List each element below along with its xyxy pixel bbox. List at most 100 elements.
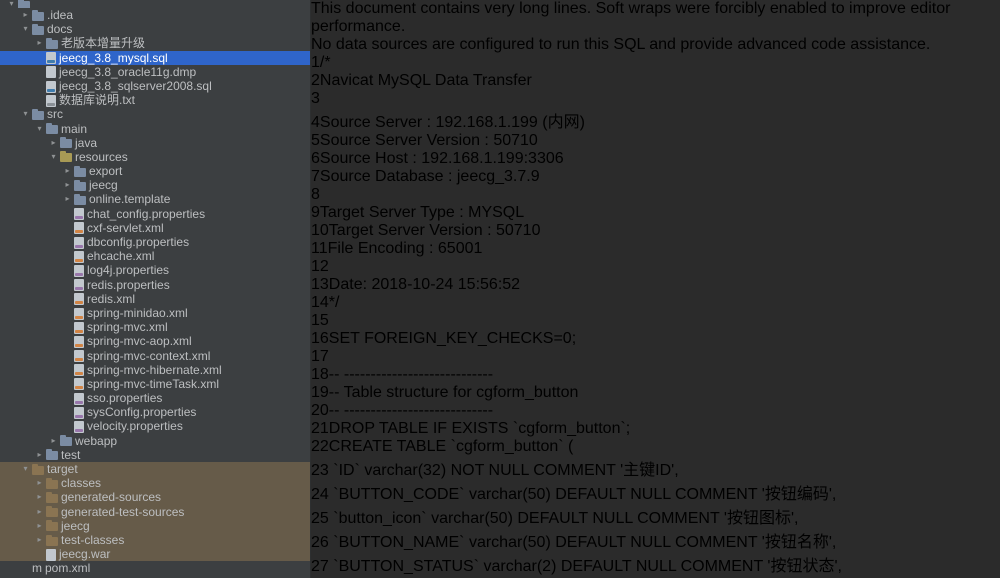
code-text[interactable]: `button_icon` varchar(50) DEFAULT NULL C… <box>329 510 798 527</box>
tree-item[interactable]: sso.properties <box>0 391 310 405</box>
expand-arrow-icon[interactable]: ▾ <box>6 0 17 8</box>
tree-item[interactable]: ▸ 老版本增量升级 <box>0 36 310 50</box>
code-line[interactable]: 26 `BUTTON_NAME` varchar(50) DEFAULT NUL… <box>311 528 1000 552</box>
code-line[interactable]: 15 <box>311 312 1000 330</box>
code-line[interactable]: 25 `button_icon` varchar(50) DEFAULT NUL… <box>311 504 1000 528</box>
tree-item[interactable]: ▸ jeecg <box>0 178 310 192</box>
code-text[interactable]: Source Database : jeecg_3.7.9 <box>320 168 540 185</box>
expand-arrow-icon[interactable]: ▸ <box>34 448 45 462</box>
code-text[interactable]: Source Host : 192.168.1.199:3306 <box>320 150 564 167</box>
expand-arrow-icon[interactable]: ▾ <box>20 22 31 36</box>
code-line[interactable]: 27 `BUTTON_STATUS` varchar(2) DEFAULT NU… <box>311 552 1000 576</box>
code-line[interactable]: 21DROP TABLE IF EXISTS `cgform_button`; <box>311 420 1000 438</box>
tree-item[interactable]: ehcache.xml <box>0 249 310 263</box>
tree-item[interactable]: redis.xml <box>0 292 310 306</box>
code-text[interactable]: -- Table structure for cgform_button <box>329 384 579 401</box>
code-text[interactable]: `BUTTON_STATUS` varchar(2) DEFAULT NULL … <box>329 558 842 575</box>
editor-code[interactable]: 1/* 2Navicat MySQL Data Transfer 3 4Source … <box>311 54 1000 578</box>
tree-item[interactable]: chat_config.properties <box>0 207 310 221</box>
code-line[interactable]: 11File Encoding : 65001 <box>311 240 1000 258</box>
tree-item[interactable]: redis.properties <box>0 278 310 292</box>
expand-arrow-icon[interactable]: ▸ <box>34 490 45 504</box>
code-text[interactable]: Source Server : 192.168.1.199 (内网) <box>320 114 585 131</box>
code-line[interactable]: 3 <box>311 90 1000 108</box>
code-line[interactable]: 19-- Table structure for cgform_button <box>311 384 1000 402</box>
code-text[interactable]: Target Server Type : MYSQL <box>320 204 524 221</box>
tree-item[interactable]: velocity.properties <box>0 419 310 433</box>
tree-item[interactable]: ▸ generated-test-sources <box>0 504 310 519</box>
code-text[interactable]: Target Server Version : 50710 <box>329 222 541 239</box>
expand-arrow-icon[interactable]: ▸ <box>48 136 59 150</box>
code-line[interactable]: 10Target Server Version : 50710 <box>311 222 1000 240</box>
expand-arrow-icon[interactable]: ▸ <box>34 476 45 490</box>
expand-arrow-icon[interactable]: ▾ <box>34 122 45 136</box>
tree-item[interactable]: jeecg.war <box>0 547 310 562</box>
code-line[interactable]: 7Source Database : jeecg_3.7.9 <box>311 168 1000 186</box>
expand-arrow-icon[interactable]: ▸ <box>62 164 73 178</box>
code-line[interactable]: 8 <box>311 186 1000 204</box>
tree-item[interactable]: ▸ .idea <box>0 8 310 22</box>
code-line[interactable]: 14*/ <box>311 294 1000 312</box>
tree-item[interactable]: ▸ webapp <box>0 434 310 448</box>
code-text[interactable]: `ID` varchar(32) NOT NULL COMMENT '主键ID'… <box>329 462 678 479</box>
tree-item[interactable]: ▸ export <box>0 164 310 178</box>
code-text[interactable]: `BUTTON_NAME` varchar(50) DEFAULT NULL C… <box>329 534 836 551</box>
expand-arrow-icon[interactable]: ▸ <box>34 519 45 533</box>
code-line[interactable]: 2Navicat MySQL Data Transfer <box>311 72 1000 90</box>
expand-arrow-icon[interactable]: ▸ <box>62 178 73 192</box>
tree-item[interactable]: spring-mvc-aop.xml <box>0 334 310 348</box>
tree-item[interactable]: 数据库说明.txt <box>0 93 310 107</box>
code-text[interactable]: CREATE TABLE `cgform_button` ( <box>329 438 574 455</box>
code-text[interactable]: `BUTTON_CODE` varchar(50) DEFAULT NULL C… <box>329 486 836 503</box>
code-line[interactable]: 13Date: 2018-10-24 15:56:52 <box>311 276 1000 294</box>
tree-item[interactable]: spring-minidao.xml <box>0 306 310 320</box>
tree-item[interactable]: spring-mvc-context.xml <box>0 349 310 363</box>
tree-item[interactable]: ▸ java <box>0 136 310 150</box>
code-line[interactable]: 17 <box>311 348 1000 366</box>
tree-item[interactable]: jeecg_3.8_mysql.sql <box>0 50 310 65</box>
code-text[interactable]: DROP TABLE IF EXISTS `cgform_button`; <box>329 420 630 437</box>
code-text[interactable]: -- ---------------------------- <box>329 402 493 419</box>
expand-arrow-icon[interactable]: ▸ <box>48 434 59 448</box>
tree-item[interactable]: ▾ main <box>0 122 310 136</box>
code-text[interactable]: Source Server Version : 50710 <box>320 132 538 149</box>
tree-item[interactable]: spring-mvc.xml <box>0 320 310 334</box>
code-text[interactable]: SET FOREIGN_KEY_CHECKS=0; <box>329 330 576 347</box>
tree-item[interactable]: ▸ jeecg <box>0 518 310 533</box>
expand-arrow-icon[interactable]: ▾ <box>20 107 31 121</box>
expand-arrow-icon[interactable]: ▸ <box>62 192 73 206</box>
tree-item[interactable]: jeecg_3.8_oracle11g.dmp <box>0 65 310 79</box>
code-line[interactable]: 6Source Host : 192.168.1.199:3306 <box>311 150 1000 168</box>
tree-item[interactable]: m pom.xml <box>0 561 310 575</box>
tree-item[interactable]: ▾ docs <box>0 22 310 36</box>
code-text[interactable]: /* <box>320 54 331 71</box>
tree-item[interactable]: ▸ test <box>0 448 310 462</box>
code-line[interactable]: 4Source Server : 192.168.1.199 (内网) <box>311 108 1000 132</box>
tree-item[interactable]: sysConfig.properties <box>0 405 310 419</box>
tree-item[interactable]: dbconfig.properties <box>0 235 310 249</box>
tree-item[interactable]: ▾ resources <box>0 150 310 164</box>
tree-item[interactable]: ▸ generated-sources <box>0 490 310 505</box>
expand-arrow-icon[interactable]: ▸ <box>34 533 45 547</box>
tree-item[interactable]: spring-mvc-timeTask.xml <box>0 377 310 391</box>
code-line[interactable]: 16SET FOREIGN_KEY_CHECKS=0; <box>311 330 1000 348</box>
code-line[interactable]: 18-- ---------------------------- <box>311 366 1000 384</box>
tree-item[interactable]: ▸ online.template <box>0 192 310 206</box>
code-line[interactable]: 22CREATE TABLE `cgform_button` ( <box>311 438 1000 456</box>
code-line[interactable]: 20-- ---------------------------- <box>311 402 1000 420</box>
tree-item[interactable]: spring-mvc-hibernate.xml <box>0 363 310 377</box>
code-text[interactable]: Date: 2018-10-24 15:56:52 <box>329 276 520 293</box>
tree-item[interactable]: cxf-servlet.xml <box>0 221 310 235</box>
code-text[interactable]: */ <box>329 294 340 311</box>
tree-item[interactable]: ▾ <box>0 0 310 8</box>
code-line[interactable]: 9Target Server Type : MYSQL <box>311 204 1000 222</box>
expand-arrow-icon[interactable]: ▸ <box>34 505 45 519</box>
code-line[interactable]: 12 <box>311 258 1000 276</box>
expand-arrow-icon[interactable]: ▾ <box>20 462 31 476</box>
tree-item[interactable]: log4j.properties <box>0 263 310 277</box>
tree-item[interactable]: ▾ src <box>0 107 310 121</box>
tree-item[interactable]: ▸ classes <box>0 476 310 491</box>
tree-item[interactable]: ▾ target <box>0 462 310 477</box>
expand-arrow-icon[interactable]: ▸ <box>34 36 45 50</box>
code-text[interactable]: Navicat MySQL Data Transfer <box>320 72 532 89</box>
